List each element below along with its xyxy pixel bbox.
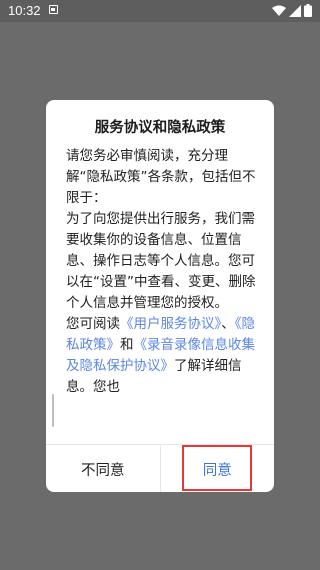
battery-icon <box>304 4 312 17</box>
dialog-body[interactable]: 请您务必审慎阅读，充分理解“隐私政策”各条款，包括但不限于： 为了向您提供出行服… <box>66 146 258 442</box>
status-bar: 10:32 <box>0 0 320 22</box>
agree-button-label: 同意 <box>202 462 232 479</box>
body-paragraph-intro: 请您务必审慎阅读，充分理解“隐私政策”各条款，包括但不限于： <box>66 148 256 206</box>
cell-signal-icon <box>289 4 301 17</box>
scroll-indicator[interactable] <box>52 394 54 427</box>
links-separator-2: 和 <box>120 337 134 353</box>
dialog-button-row: 不同意 同意 <box>46 444 274 492</box>
status-time: 10:32 <box>8 3 41 18</box>
disagree-button[interactable]: 不同意 <box>46 445 160 492</box>
body-paragraph-collection: 为了向您提供出行服务，我们需要收集你的设备信息、位置信息、操作日志等个人信息。您… <box>66 211 256 311</box>
image-notification-icon <box>49 5 58 14</box>
dialog-title: 服务协议和隐私政策 <box>94 120 226 136</box>
status-icons <box>272 4 312 17</box>
wifi-icon <box>272 5 286 17</box>
privacy-dialog: 服务协议和隐私政策 请您务必审慎阅读，充分理解“隐私政策”各条款，包括但不限于：… <box>46 100 274 492</box>
user-agreement-link[interactable]: 《用户服务协议》 <box>120 316 221 332</box>
links-separator-1: 、 <box>221 316 235 332</box>
body-paragraph-links: 您可阅读《用户服务协议》、《隐私政策》和《录音录像信息收集及隐私保护协议》了解详… <box>66 314 258 398</box>
links-prefix: 您可阅读 <box>66 316 120 332</box>
agree-button[interactable]: 同意 <box>161 445 275 492</box>
disagree-button-label: 不同意 <box>81 462 125 479</box>
